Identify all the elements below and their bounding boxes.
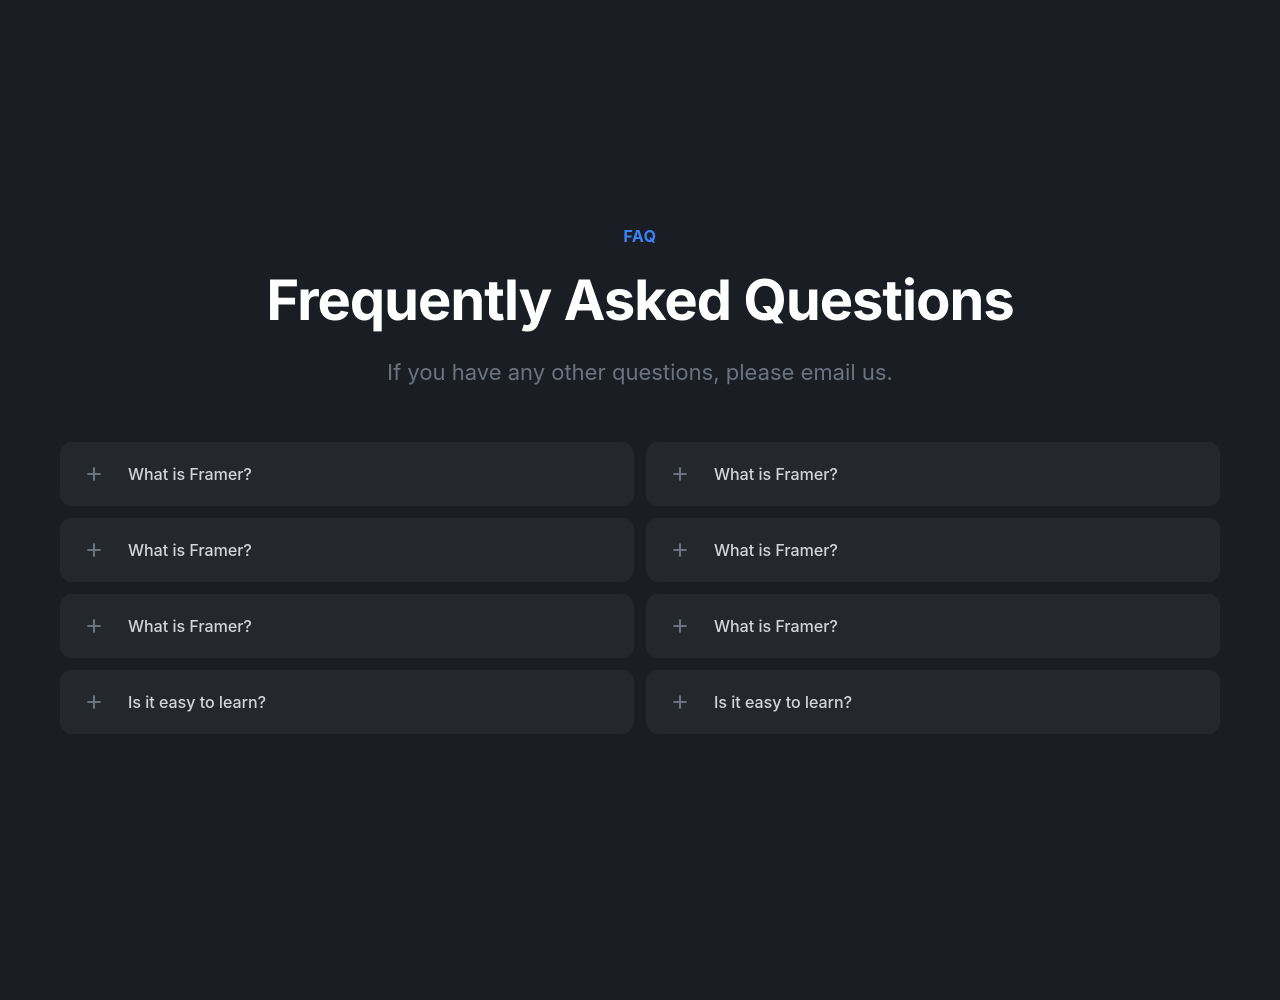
faq-question: What is Framer? — [128, 616, 252, 636]
faq-item[interactable]: What is Framer? — [60, 594, 634, 658]
faq-grid: What is Framer? What is Framer? What is … — [60, 442, 1220, 734]
plus-icon — [84, 692, 104, 712]
faq-section: FAQ Frequently Asked Questions If you ha… — [0, 226, 1280, 734]
faq-question: What is Framer? — [128, 540, 252, 560]
faq-question: What is Framer? — [714, 616, 838, 636]
plus-icon — [670, 464, 690, 484]
faq-question: Is it easy to learn? — [128, 692, 266, 712]
faq-item[interactable]: What is Framer? — [646, 518, 1220, 582]
section-eyebrow: FAQ — [623, 226, 656, 246]
faq-question: What is Framer? — [714, 464, 838, 484]
plus-icon — [84, 616, 104, 636]
faq-question: What is Framer? — [128, 464, 252, 484]
faq-item[interactable]: What is Framer? — [646, 594, 1220, 658]
faq-item[interactable]: Is it easy to learn? — [646, 670, 1220, 734]
faq-item[interactable]: What is Framer? — [60, 442, 634, 506]
faq-item[interactable]: What is Framer? — [60, 518, 634, 582]
plus-icon — [670, 692, 690, 712]
faq-item[interactable]: What is Framer? — [646, 442, 1220, 506]
faq-question: What is Framer? — [714, 540, 838, 560]
plus-icon — [84, 540, 104, 560]
faq-question: Is it easy to learn? — [714, 692, 852, 712]
plus-icon — [670, 540, 690, 560]
plus-icon — [670, 616, 690, 636]
faq-item[interactable]: Is it easy to learn? — [60, 670, 634, 734]
section-title: Frequently Asked Questions — [266, 266, 1013, 334]
section-subtitle: If you have any other questions, please … — [387, 360, 893, 386]
plus-icon — [84, 464, 104, 484]
